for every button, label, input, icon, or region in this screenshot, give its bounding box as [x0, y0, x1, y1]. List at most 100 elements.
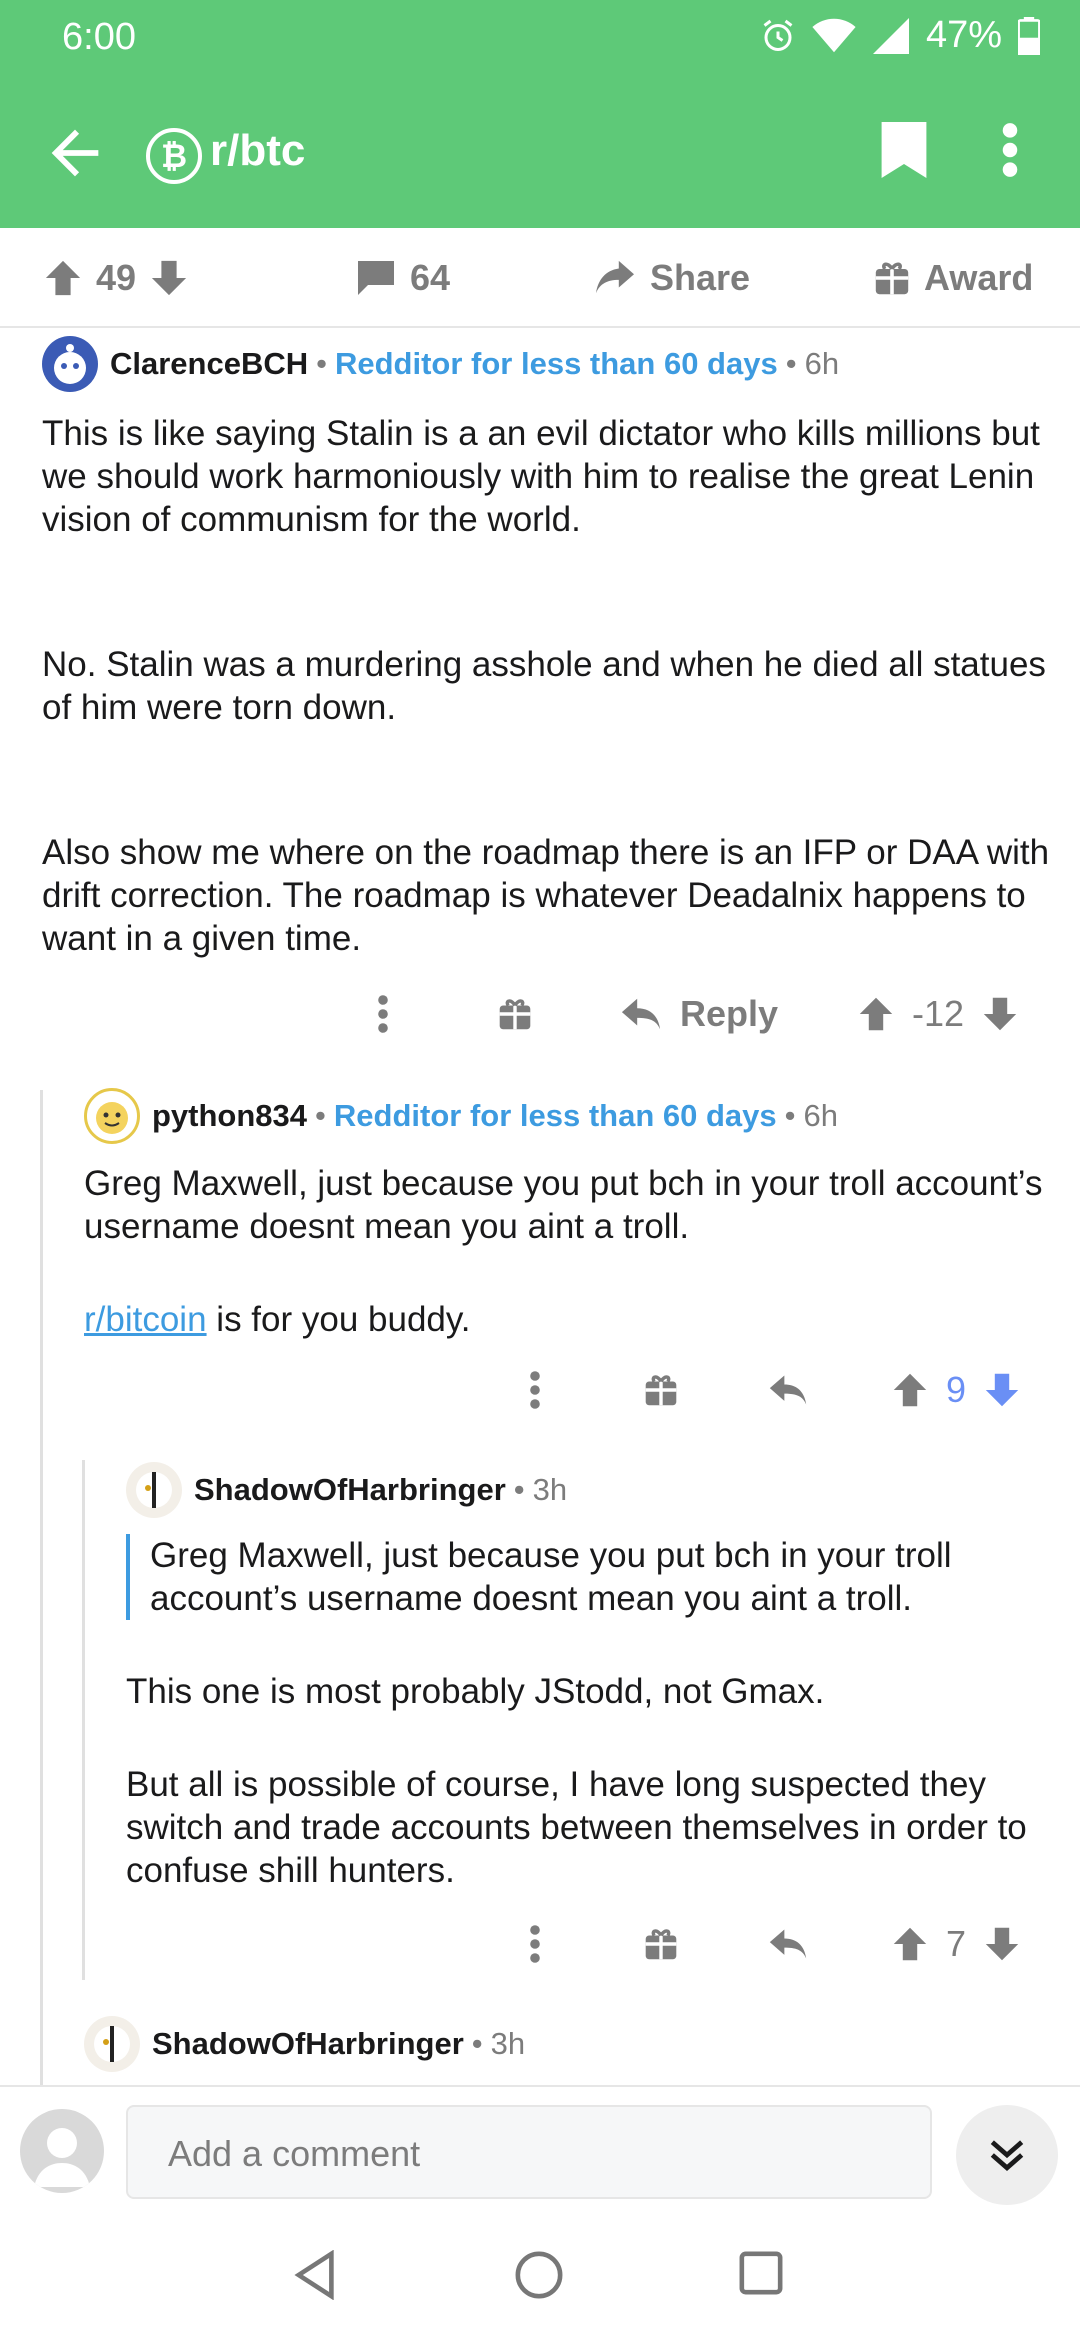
- user-icon: [34, 2128, 90, 2187]
- subreddit-link[interactable]: r/bitcoin: [84, 1300, 207, 1339]
- share-label: Share: [650, 257, 751, 298]
- comment-award-button[interactable]: [644, 1350, 678, 1430]
- alarm-icon: [763, 19, 793, 51]
- share-icon: [596, 260, 634, 294]
- more-vertical-icon: [1002, 123, 1018, 177]
- downvote-icon[interactable]: [984, 1372, 1020, 1408]
- comment-score: 7: [946, 1923, 967, 1964]
- add-comment-input[interactable]: Add a comment: [126, 2105, 932, 2199]
- comment-actions: 7: [0, 1904, 1080, 1984]
- separator-dot: •: [784, 1098, 796, 1133]
- comment-header: ClarenceBCH • Redditor for less than 60 …: [42, 336, 1062, 392]
- comments-count-button[interactable]: 64: [356, 228, 450, 328]
- downvote-icon[interactable]: [982, 996, 1018, 1032]
- avatar[interactable]: [126, 1462, 182, 1518]
- comment-paragraph: No. Stalin was a murdering asshole and w…: [42, 645, 1046, 727]
- nav-recents-icon: [739, 2251, 783, 2295]
- user-flair: Redditor for less than 60 days: [333, 1098, 777, 1133]
- comment-score: 9: [946, 1369, 967, 1410]
- chevron-double-down-icon: [990, 2140, 1024, 2172]
- nav-home-button[interactable]: [514, 2250, 574, 2310]
- downvote-icon[interactable]: [984, 1926, 1020, 1962]
- system-nav-bar: [0, 2220, 1080, 2340]
- collapse-comments-button[interactable]: [956, 2105, 1058, 2205]
- comment-score: -12: [912, 993, 965, 1034]
- more-vertical-icon: [378, 995, 388, 1033]
- comments-count: 64: [410, 257, 451, 298]
- comment-icon: [358, 261, 394, 295]
- quoted-text: Greg Maxwell, just because you put bch i…: [126, 1534, 1066, 1620]
- nav-home-icon: [515, 2251, 563, 2299]
- comment-actions: 9: [0, 1350, 1080, 1430]
- signal-icon: [872, 17, 909, 54]
- back-button[interactable]: [40, 118, 110, 188]
- status-time: 6:00: [62, 16, 136, 58]
- upvote-icon[interactable]: [858, 996, 894, 1032]
- upvote-icon[interactable]: [892, 1372, 928, 1408]
- reply-icon: [621, 998, 661, 1030]
- bookmark-button[interactable]: [880, 122, 940, 192]
- award-button[interactable]: Award: [874, 228, 1033, 328]
- upvote-icon[interactable]: [44, 259, 82, 297]
- comment-age: 3h: [532, 1472, 568, 1507]
- comment-header: ShadowOfHarbringer • 3h: [84, 2016, 1064, 2072]
- reply-button[interactable]: [768, 1350, 808, 1430]
- subreddit-name[interactable]: r/btc: [210, 126, 305, 176]
- nav-back-icon: [294, 2249, 334, 2301]
- gift-icon: [645, 1375, 677, 1406]
- downvote-icon[interactable]: [150, 259, 188, 297]
- bookmark-icon: [881, 122, 927, 178]
- reply-icon: [769, 1375, 807, 1405]
- comment-paragraph: Also show me where on the roadmap there …: [42, 833, 1050, 958]
- gift-icon: [499, 999, 531, 1030]
- comment-paragraph: r/bitcoin is for you buddy.: [84, 1298, 1064, 1341]
- separator-dot: •: [513, 1472, 525, 1507]
- reply-label: Reply: [680, 993, 779, 1034]
- user-flair: Redditor for less than 60 days: [334, 346, 778, 381]
- bitcoin-icon: ₿: [146, 128, 202, 184]
- avatar[interactable]: [84, 1088, 140, 1144]
- comment-paragraph: This is like saying Stalin is a an evil …: [42, 414, 1040, 539]
- nav-recents-button[interactable]: [738, 2250, 798, 2310]
- comment-age: 6h: [804, 346, 840, 381]
- thread-line[interactable]: [82, 1460, 85, 1980]
- reply-button[interactable]: Reply: [620, 974, 778, 1054]
- comment-composer: Add a comment: [0, 2085, 1080, 2220]
- comment-more-button[interactable]: [528, 1350, 542, 1430]
- comment-vote-group: 9: [892, 1350, 1020, 1430]
- upvote-icon[interactable]: [892, 1926, 928, 1962]
- comment-author[interactable]: ShadowOfHarbringer: [194, 1472, 506, 1508]
- share-button[interactable]: Share: [594, 228, 750, 328]
- battery-icon: [1018, 16, 1040, 55]
- comment: python834 • Redditor for less than 60 da…: [84, 1088, 1064, 1341]
- gift-icon: [875, 262, 909, 295]
- back-arrow-icon: [51, 129, 99, 177]
- comment-paragraph: But all is possible of course, I have lo…: [126, 1765, 1027, 1890]
- avatar[interactable]: [84, 2016, 140, 2072]
- app-header: 6:00 47% ₿ r/btc: [0, 0, 1080, 228]
- comment-age: 6h: [803, 1098, 838, 1133]
- status-icons: 47%: [760, 14, 1040, 57]
- reply-button[interactable]: [768, 1904, 808, 1984]
- comment-vote-group: -12: [858, 974, 1018, 1054]
- comment-paragraph: This one is most probably JStodd, not Gm…: [126, 1672, 825, 1711]
- user-avatar[interactable]: [20, 2109, 104, 2193]
- post-action-bar: 49 64 Share Award: [0, 228, 1080, 328]
- comment-author[interactable]: python834: [152, 1098, 307, 1134]
- nav-back-button[interactable]: [292, 2249, 352, 2310]
- comment-paragraph: Greg Maxwell, just because you put bch i…: [84, 1164, 1043, 1246]
- comment-author[interactable]: ShadowOfHarbringer: [152, 2026, 464, 2062]
- reply-icon: [769, 1929, 807, 1959]
- comment-award-button[interactable]: [498, 974, 532, 1054]
- comment-more-button[interactable]: [376, 974, 390, 1054]
- comment-more-button[interactable]: [528, 1904, 542, 1984]
- comment-body: Greg Maxwell, just because you put bch i…: [126, 1534, 1066, 1892]
- comment-actions: Reply -12: [0, 974, 1080, 1054]
- comment-vote-group: 7: [892, 1904, 1020, 1984]
- gift-icon: [645, 1929, 677, 1960]
- avatar[interactable]: [42, 336, 98, 392]
- more-options-button[interactable]: [1000, 122, 1050, 192]
- comment-author[interactable]: ClarenceBCH: [110, 346, 308, 382]
- separator-dot: •: [785, 346, 797, 381]
- comment-award-button[interactable]: [644, 1904, 678, 1984]
